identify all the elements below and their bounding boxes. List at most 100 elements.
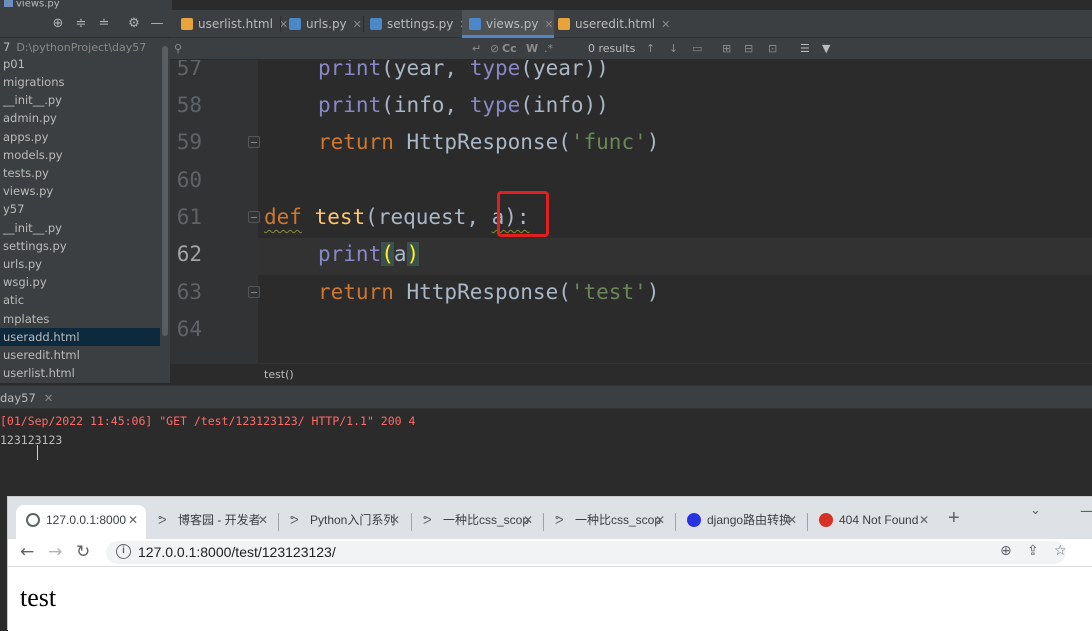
words-toggle[interactable]: W <box>526 41 538 57</box>
tree-scrollbar[interactable] <box>160 38 170 383</box>
breadcrumb: test() <box>170 363 1092 385</box>
browser-toolbar: ← → ↻ i 127.0.0.1:8000/test/123123123/ ⊕… <box>8 539 1092 567</box>
browser-tab[interactable]: ᕗ 博客园 - 开发者 ✕ <box>148 505 276 539</box>
match-case-toggle[interactable]: Cc <box>502 41 517 57</box>
select-all-icon[interactable]: ▭ <box>692 41 702 57</box>
folder-icon <box>4 0 13 7</box>
code-editor[interactable]: 57 58 59 60 61 62 63 64 print(year, type… <box>170 60 1092 363</box>
tree-item[interactable]: admin.py <box>0 109 160 127</box>
tree-item[interactable]: atic <box>0 291 160 309</box>
tab-useredit[interactable]: useredit.html ✕ <box>551 10 670 38</box>
tree-root[interactable]: 7 D:\pythonProject\day57 <box>0 38 160 56</box>
regex-toggle[interactable]: ⊘ <box>490 41 499 57</box>
info-icon[interactable]: i <box>116 544 131 559</box>
close-icon[interactable]: ✕ <box>661 18 670 31</box>
next-occurrence-icon[interactable]: ↓ <box>669 41 678 57</box>
browser-tab-active[interactable]: 127.0.0.1:8000 ✕ <box>16 505 146 539</box>
regex-icon[interactable]: .* <box>544 41 553 57</box>
run-tab[interactable]: day57 ✕ <box>0 391 53 405</box>
line-gutter: 57 58 59 60 61 62 63 64 <box>170 60 260 363</box>
fold-marker[interactable] <box>248 286 260 298</box>
filter-icon[interactable]: ▼ <box>822 41 830 57</box>
search-icon[interactable]: ⚲ <box>174 41 182 57</box>
close-icon[interactable]: ✕ <box>655 505 665 535</box>
gear-icon[interactable]: ⚙ <box>126 16 142 32</box>
site-favicon: ᕗ <box>158 513 167 527</box>
select-occurrences-icon[interactable]: ⊡ <box>768 41 777 57</box>
browser-tab[interactable]: ᕗ 一种比css_scop ✕ <box>545 505 673 539</box>
code-line-62: print(a) <box>318 242 420 266</box>
close-icon[interactable]: ✕ <box>128 505 138 535</box>
chevron-down-icon[interactable]: ⌄ <box>1030 503 1041 518</box>
close-icon[interactable]: ✕ <box>390 505 400 535</box>
line-number: 61 <box>176 205 202 229</box>
tab-settings[interactable]: settings.py✕ <box>363 10 469 38</box>
tree-item[interactable]: p01 <box>0 55 160 73</box>
run-console[interactable]: [01/Sep/2022 11:45:06] "GET /test/123123… <box>0 409 1092 496</box>
browser-tab[interactable]: django路由转换 ✕ <box>677 505 805 539</box>
close-icon[interactable]: ✕ <box>258 505 268 535</box>
reload-icon[interactable]: ↻ <box>76 542 90 562</box>
tree-item[interactable]: models.py <box>0 146 160 164</box>
site-favicon: ᕗ <box>290 513 299 527</box>
minimize-icon[interactable]: — <box>1080 501 1092 520</box>
forward-icon[interactable]: → <box>48 542 62 562</box>
new-tab-button[interactable]: + <box>948 507 960 530</box>
tree-item[interactable]: tests.py <box>0 164 160 182</box>
browser-tab[interactable]: 404 Not Found ✕ <box>809 505 937 539</box>
tree-item[interactable]: views.py <box>0 182 160 200</box>
tree-item[interactable]: mplates <box>0 310 160 328</box>
tab-views[interactable]: views.py ✕ <box>462 10 554 38</box>
fold-marker[interactable] <box>248 211 260 223</box>
back-icon[interactable]: ← <box>20 542 34 562</box>
html-file-icon <box>181 18 193 30</box>
tree-item[interactable]: __init__.py <box>0 219 160 237</box>
tree-item-selected[interactable]: useradd.html <box>0 328 160 346</box>
close-icon[interactable]: ✕ <box>353 18 362 31</box>
collapse-all-icon[interactable]: ≐ <box>96 16 112 32</box>
expand-all-icon[interactable]: ≑ <box>73 16 89 32</box>
console-output-line: 123123123 <box>0 433 63 447</box>
site-favicon: ᕗ <box>423 513 432 527</box>
browser-window: 127.0.0.1:8000 ✕ ᕗ 博客园 - 开发者 ✕ ᕗ Python入门系列 ✕… <box>7 496 1092 631</box>
browser-tab[interactable]: ᕗ Python入门系列 ✕ <box>280 505 408 539</box>
close-icon[interactable]: ✕ <box>787 505 797 535</box>
line-number-current: 62 <box>176 242 202 266</box>
tree-item[interactable]: wsgi.py <box>0 273 160 291</box>
line-number: 63 <box>176 280 202 304</box>
clear-icon[interactable]: ↵ <box>472 41 481 57</box>
tab-urls[interactable]: urls.py ✕ <box>282 10 362 38</box>
tree-item[interactable]: y57 <box>0 200 160 218</box>
hide-icon[interactable]: — <box>149 16 165 32</box>
browser-page-content: test <box>8 567 1092 631</box>
url-text[interactable]: 127.0.0.1:8000/test/123123123/ <box>138 544 336 560</box>
filter-options-icon[interactable]: ☰ <box>800 41 810 57</box>
add-occurrence-icon[interactable]: ⊞ <box>722 41 731 57</box>
share-icon[interactable]: ⇪ <box>1027 543 1039 559</box>
python-file-icon <box>289 18 301 30</box>
locate-icon[interactable]: ⊕ <box>50 16 66 32</box>
tree-item[interactable]: migrations <box>0 73 160 91</box>
remove-occurrence-icon[interactable]: ⊟ <box>744 41 753 57</box>
close-icon[interactable]: ✕ <box>919 505 929 535</box>
browser-tab[interactable]: ᕗ 一种比css_scop ✕ <box>413 505 541 539</box>
run-tool-bar: day57 ✕ <box>0 385 1092 409</box>
page-body-text: test <box>20 583 57 612</box>
window-title: views.py <box>0 0 172 10</box>
tree-item[interactable]: settings.py <box>0 237 160 255</box>
tree-item[interactable]: userlist.html <box>0 364 160 382</box>
address-bar[interactable]: i 127.0.0.1:8000/test/123123123/ ⊕ ⇪ ☆ <box>106 541 1067 564</box>
prev-occurrence-icon[interactable]: ↑ <box>646 41 655 57</box>
zoom-icon[interactable]: ⊕ <box>1000 543 1012 559</box>
editor-tab-bar: userlist.html✕ urls.py✕ settings.py✕ vie… <box>170 10 1092 38</box>
close-icon[interactable]: ✕ <box>523 505 533 535</box>
close-icon[interactable]: ✕ <box>44 391 54 405</box>
tree-item[interactable]: useredit.html <box>0 346 160 364</box>
fold-marker[interactable] <box>248 136 260 148</box>
tree-item[interactable]: __init__.py <box>0 91 160 109</box>
tab-userlist[interactable]: userlist.html ✕ <box>174 10 288 38</box>
tree-item[interactable]: urls.py <box>0 255 160 273</box>
bookmark-star-icon[interactable]: ☆ <box>1054 543 1067 559</box>
tree-item[interactable]: apps.py <box>0 128 160 146</box>
scroll-thumb[interactable] <box>162 46 168 336</box>
